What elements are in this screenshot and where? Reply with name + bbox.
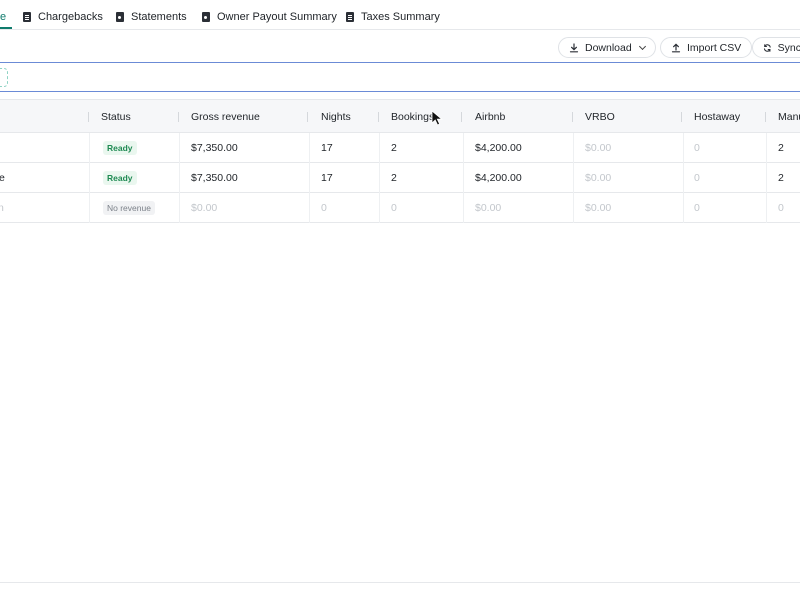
table-header: Status Gross revenue Nights Bookings Air… — [0, 99, 800, 133]
tab-bar: e Chargebacks Statements Owner Payout Su… — [0, 0, 800, 30]
import-csv-button[interactable]: Import CSV — [660, 37, 753, 58]
cell-airbnb: $4,200.00 — [475, 142, 522, 154]
cell-bookings: 2 — [391, 172, 397, 184]
cell-airbnb: $0.00 — [475, 202, 502, 214]
download-button[interactable]: Download — [558, 37, 656, 58]
sync-button[interactable]: Sync — [752, 37, 800, 58]
tab-label: Owner Payout Summary — [217, 11, 337, 23]
filter-bar — [0, 62, 800, 92]
cell-hostaway: 0 — [694, 172, 700, 184]
cell-gross-revenue: $0.00 — [191, 202, 218, 214]
mouse-cursor-icon — [431, 110, 443, 126]
cell-bookings: 2 — [391, 142, 397, 154]
cell-airbnb: $4,200.00 — [475, 172, 522, 184]
tab-active-partial[interactable]: e — [0, 8, 6, 26]
statement-icon — [115, 11, 125, 23]
download-icon — [569, 42, 579, 52]
status-badge: Ready — [103, 141, 137, 155]
table-row[interactable]: Ready $7,350.00 17 2 $4,200.00 $0.00 0 2 — [0, 133, 800, 163]
import-csv-label: Import CSV — [687, 41, 742, 54]
status-badge: Ready — [103, 171, 137, 185]
cell-vrbo: $0.00 — [585, 142, 612, 154]
tab-label: Statements — [131, 11, 187, 23]
tab-label: e — [0, 11, 7, 23]
column-separator — [307, 112, 308, 122]
footer-divider — [0, 582, 800, 583]
column-header-manual[interactable]: Manu — [778, 111, 800, 123]
cell-manual: 2 — [778, 142, 784, 154]
table-row[interactable]: n No revenue $0.00 0 0 $0.00 $0.00 0 0 — [0, 193, 800, 223]
cell-vrbo: $0.00 — [585, 202, 612, 214]
status-badge: No revenue — [103, 201, 155, 215]
cell-gross-revenue: $7,350.00 — [191, 142, 238, 154]
cell-hostaway: 0 — [694, 202, 700, 214]
cell-vrbo: $0.00 — [585, 172, 612, 184]
cell-manual: 2 — [778, 172, 784, 184]
tab-chargebacks[interactable]: Chargebacks — [22, 8, 103, 26]
sync-icon — [763, 43, 771, 52]
tab-statements[interactable]: Statements — [115, 8, 187, 26]
tab-label: Taxes Summary — [361, 11, 440, 23]
cell-nights: 17 — [321, 172, 333, 184]
table-row[interactable]: e Ready $7,350.00 17 2 $4,200.00 $0.00 0… — [0, 163, 800, 193]
download-label: Download — [585, 41, 632, 54]
cell-manual: 0 — [778, 202, 784, 214]
column-separator — [378, 112, 379, 122]
tab-label: Chargebacks — [38, 11, 103, 23]
column-header-hostaway[interactable]: Hostaway — [694, 111, 740, 123]
document-icon — [345, 11, 355, 23]
column-separator — [765, 112, 766, 122]
column-header-status[interactable]: Status — [101, 111, 131, 123]
column-separator — [681, 112, 682, 122]
search-input[interactable] — [0, 68, 8, 87]
column-header-airbnb[interactable]: Airbnb — [475, 111, 505, 123]
cell-gross-revenue: $7,350.00 — [191, 172, 238, 184]
cell-nights: 0 — [321, 202, 327, 214]
document-icon — [22, 11, 32, 23]
cell-hostaway: 0 — [694, 142, 700, 154]
row-name: e — [0, 172, 5, 184]
row-name: n — [0, 202, 4, 214]
column-separator — [572, 112, 573, 122]
statement-icon — [201, 11, 211, 23]
cell-bookings: 0 — [391, 202, 397, 214]
column-separator — [178, 112, 179, 122]
chevron-down-icon — [638, 42, 646, 50]
active-tab-indicator — [0, 27, 12, 29]
tab-owner-payout-summary[interactable]: Owner Payout Summary — [201, 8, 337, 26]
column-header-gross-revenue[interactable]: Gross revenue — [191, 111, 260, 123]
column-separator — [88, 112, 89, 122]
column-header-bookings[interactable]: Bookings — [391, 111, 434, 123]
cell-nights: 17 — [321, 142, 333, 154]
upload-icon — [671, 42, 681, 52]
tab-taxes-summary[interactable]: Taxes Summary — [345, 8, 440, 26]
column-separator — [461, 112, 462, 122]
sync-label: Sync — [777, 41, 800, 54]
column-header-nights[interactable]: Nights — [321, 111, 351, 123]
column-header-vrbo[interactable]: VRBO — [585, 111, 615, 123]
